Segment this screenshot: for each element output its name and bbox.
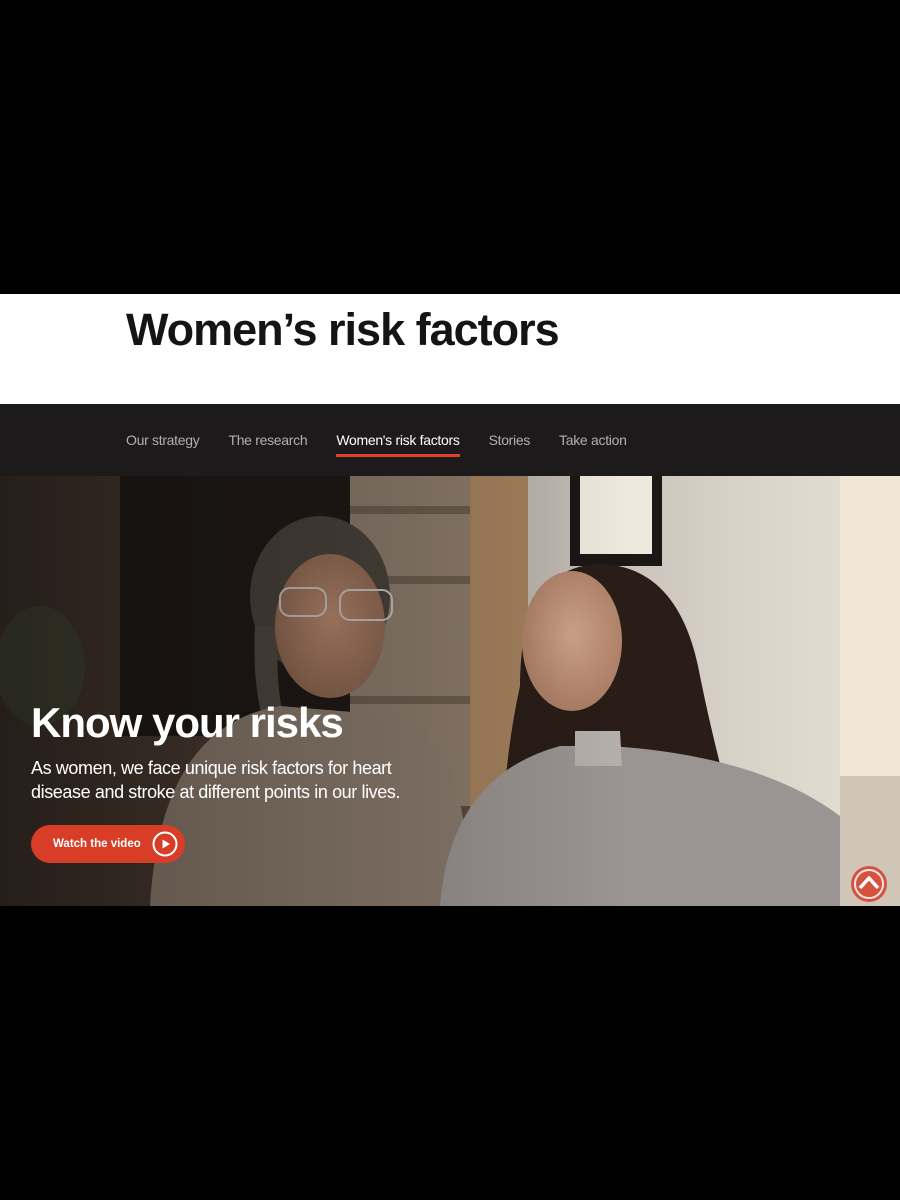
hero-heading: Know your risks xyxy=(31,699,344,746)
nav-item-take-action[interactable]: Take action xyxy=(559,404,627,476)
nav-item-label: The research xyxy=(228,432,308,448)
page-frame: Women’s risk factors Our strategy The re… xyxy=(0,0,900,1200)
watch-video-label: Watch the video xyxy=(53,838,141,850)
section-nav-list: Our strategy The research Women's risk f… xyxy=(126,404,627,476)
nav-item-label: Our strategy xyxy=(126,432,200,448)
nav-item-label: Women's risk factors xyxy=(336,432,460,448)
title-band: Women’s risk factors xyxy=(0,294,900,404)
hero-video-banner: Know your risks As women, we face unique… xyxy=(0,476,900,906)
nav-item-our-strategy[interactable]: Our strategy xyxy=(126,404,200,476)
play-icon xyxy=(152,831,178,857)
nav-item-label: Take action xyxy=(559,432,627,448)
section-nav: Our strategy The research Women's risk f… xyxy=(0,404,900,476)
nav-item-the-research[interactable]: The research xyxy=(228,404,307,476)
active-nav-indicator xyxy=(336,454,460,457)
chevron-up-icon[interactable] xyxy=(849,864,889,904)
nav-item-stories[interactable]: Stories xyxy=(488,404,531,476)
nav-item-womens-risk-factors[interactable]: Women's risk factors xyxy=(336,404,460,476)
page-title: Women’s risk factors xyxy=(126,304,560,355)
hero-description: As women, we face unique risk factors fo… xyxy=(31,758,401,802)
watch-video-button[interactable]: Watch the video xyxy=(31,825,185,863)
nav-item-label: Stories xyxy=(488,432,531,448)
